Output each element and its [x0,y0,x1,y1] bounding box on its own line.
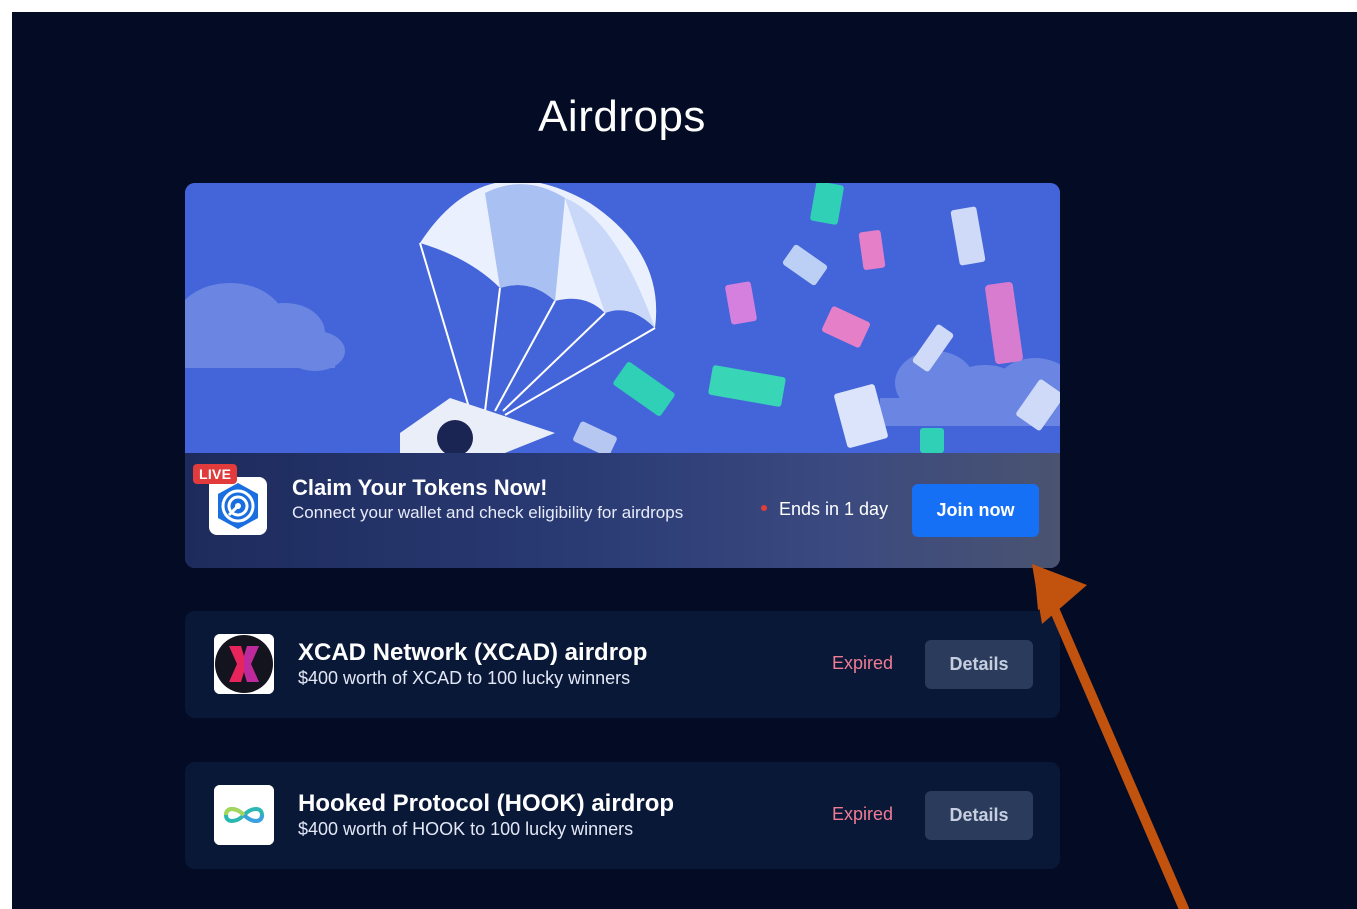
xcad-logo-icon [214,634,274,694]
live-dot-icon [761,505,767,512]
parachute-illustration [185,183,1060,453]
airdrop-subtitle: $400 worth of XCAD to 100 lucky winners [298,668,631,688]
hook-logo-icon [214,785,274,845]
airdrop-target-icon [209,477,267,535]
screenshot-frame: Airdrops LIVE Claim Your Tokens Now! Con… [12,12,1357,909]
promo-title: Claim Your Tokens Now! [292,475,548,500]
promo-banner[interactable]: LIVE Claim Your Tokens Now! Connect your… [185,183,1060,568]
live-badge: LIVE [193,464,238,484]
airdrop-subtitle: $400 worth of HOOK to 100 lucky winners [298,819,634,839]
airdrop-list-item[interactable]: Hooked Protocol (HOOK) airdrop $400 wort… [185,762,1060,869]
join-now-button[interactable]: Join now [912,484,1039,537]
ends-indicator: Ends in 1 day [761,499,888,520]
airdrop-title: Hooked Protocol (HOOK) airdrop [298,790,675,817]
details-button[interactable]: Details [925,791,1033,840]
promo-subtitle: Connect your wallet and check eligibilit… [292,503,684,522]
page-title: Airdrops [538,92,706,141]
airdrop-title: XCAD Network (XCAD) airdrop [298,639,648,666]
airdrop-list-item[interactable]: XCAD Network (XCAD) airdrop $400 worth o… [185,611,1060,718]
status-badge: Expired [832,653,894,673]
status-badge: Expired [832,804,894,824]
details-button[interactable]: Details [925,640,1033,689]
ends-text: Ends in 1 day [779,499,889,519]
